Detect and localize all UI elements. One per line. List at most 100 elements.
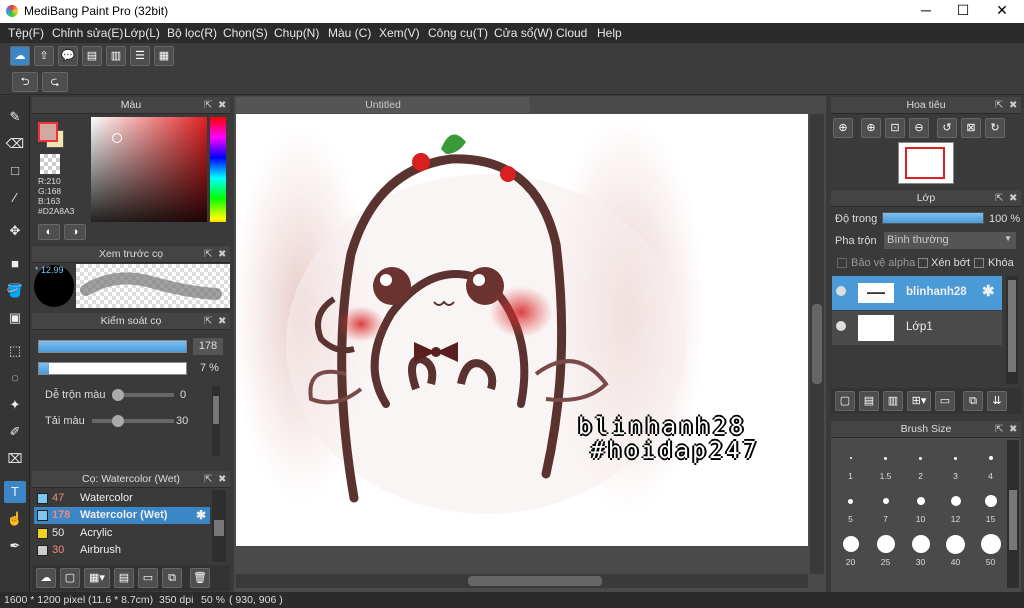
scroll-thumb[interactable] <box>214 520 224 536</box>
brush-size-cell[interactable]: 3 <box>938 440 973 483</box>
color-wheel-icon[interactable]: ◐ <box>38 224 60 240</box>
brush-size-cell[interactable]: 50 <box>973 526 1008 569</box>
menu-edit[interactable]: Chỉnh sửa(E) <box>52 26 123 40</box>
layer-opacity-slider[interactable] <box>882 212 984 224</box>
zoom-in-small-icon[interactable]: ⊕ <box>861 118 881 138</box>
brush-size-cell[interactable]: 4 <box>973 440 1008 483</box>
layer-scrollbar[interactable] <box>1006 276 1018 384</box>
popout-icon[interactable]: ⇱ <box>995 190 1003 207</box>
color-sv-picker[interactable] <box>91 117 207 239</box>
folder-icon[interactable]: ▭ <box>138 568 158 588</box>
brush-size-cell[interactable]: 5 <box>833 483 868 526</box>
maximize-button[interactable]: ☐ <box>943 0 983 23</box>
color-picker-cursor[interactable] <box>112 133 122 143</box>
amount-slider[interactable] <box>92 415 174 427</box>
cloud-icon[interactable]: ☁ <box>10 46 30 66</box>
add-layer-menu-icon[interactable]: ⊞▾ <box>907 391 931 411</box>
reset-rotation-icon[interactable]: ⊠ <box>961 118 981 138</box>
drawing-canvas[interactable]: blinhanh28 #hoidap247 <box>236 114 808 546</box>
select-eraser-tool-icon[interactable]: ⌧ <box>4 448 26 470</box>
close-button[interactable]: ✕ <box>982 0 1022 23</box>
minimize-button[interactable]: ─ <box>906 0 946 23</box>
text-tool-icon[interactable]: T <box>4 481 26 503</box>
share-icon[interactable]: ⇧ <box>34 46 54 66</box>
layer-item-blinhanh28[interactable]: ▬▬▬ blinhanh28 ✱ <box>832 276 1002 310</box>
fill-rect-tool-icon[interactable]: ■ <box>4 253 26 275</box>
popout-icon[interactable]: ⇱ <box>995 421 1003 438</box>
transparent-color-swatch[interactable] <box>40 154 60 174</box>
brush-size-cell[interactable]: 15 <box>973 483 1008 526</box>
blend-slider[interactable] <box>112 389 174 401</box>
menu-color[interactable]: Màu (C) <box>328 26 371 40</box>
brush-item-watercolor[interactable]: 47 Watercolor <box>34 490 210 507</box>
brush-size-cell[interactable]: 2 <box>903 440 938 483</box>
brush-size-cell[interactable]: 1.5 <box>868 440 903 483</box>
main-color-swatch[interactable] <box>38 122 58 142</box>
menu-filter[interactable]: Bộ lọc(R) <box>167 26 217 40</box>
popout-icon[interactable]: ⇱ <box>204 313 212 330</box>
canvas-h-scrollbar[interactable] <box>236 574 808 588</box>
popout-icon[interactable]: ⇱ <box>204 246 212 263</box>
layer-folder-icon[interactable]: ▭ <box>935 391 955 411</box>
navigator-viewport[interactable] <box>905 147 945 179</box>
scroll-thumb[interactable] <box>1008 280 1016 372</box>
hue-slider[interactable] <box>210 117 226 239</box>
dot-tool-icon[interactable]: ⁄ <box>4 187 26 209</box>
rotate-right-icon[interactable]: ↻ <box>985 118 1005 138</box>
brush-tool-icon[interactable]: ✎ <box>4 106 26 128</box>
layer-blend-select[interactable]: Bình thường ▼ <box>884 232 1016 249</box>
layer-settings-gear-icon[interactable]: ✱ <box>982 282 995 300</box>
rectangle-tool-icon[interactable]: □ <box>4 160 26 182</box>
eyedropper-tool-icon[interactable]: ✒ <box>4 535 26 557</box>
fit-icon[interactable]: ⊡ <box>885 118 905 138</box>
scroll-thumb[interactable] <box>468 576 602 586</box>
comment-icon[interactable]: ▤ <box>82 46 102 66</box>
scroll-thumb[interactable] <box>812 304 822 384</box>
select-pen-tool-icon[interactable]: ✐ <box>4 421 26 443</box>
lasso-tool-icon[interactable]: ◌ <box>4 367 26 389</box>
color-add-icon[interactable]: ◑ <box>64 224 86 240</box>
gradient-tool-icon[interactable]: ▣ <box>4 307 26 329</box>
new-1bit-layer-icon[interactable]: ▥ <box>883 391 903 411</box>
brush-size-cell[interactable]: 12 <box>938 483 973 526</box>
scroll-thumb[interactable] <box>213 396 219 424</box>
brush-item-airbrush[interactable]: 30 Airbrush <box>34 542 210 559</box>
brush-size-cell[interactable]: 25 <box>868 526 903 569</box>
list-icon[interactable]: ☰ <box>130 46 150 66</box>
duplicate-layer-icon[interactable]: ⧉ <box>963 391 983 411</box>
close-panel-icon[interactable]: ✖ <box>218 313 226 330</box>
brush-size-cell[interactable]: 20 <box>833 526 868 569</box>
popout-icon[interactable]: ⇱ <box>204 97 212 114</box>
speech-bubble-icon[interactable]: 💬 <box>58 46 78 66</box>
protect-alpha-checkbox[interactable] <box>837 258 847 268</box>
close-panel-icon[interactable]: ✖ <box>218 97 226 114</box>
brush-list-scrollbar[interactable] <box>212 490 226 562</box>
duplicate-brush-icon[interactable]: ⧉ <box>162 568 182 588</box>
magic-wand-tool-icon[interactable]: ✦ <box>4 394 26 416</box>
eye-icon[interactable] <box>836 286 846 296</box>
menu-layer[interactable]: Lớp(L) <box>124 26 160 40</box>
menu-help[interactable]: Help <box>597 26 622 40</box>
menu-cloud[interactable]: Cloud <box>556 26 587 40</box>
close-panel-icon[interactable]: ✖ <box>1009 97 1017 114</box>
zoom-in-icon[interactable]: ⊕ <box>833 118 853 138</box>
eye-icon[interactable] <box>836 321 846 331</box>
brush-opacity-slider[interactable] <box>38 362 187 375</box>
new-brush-icon[interactable]: ▢ <box>60 568 80 588</box>
layer-item-lop1[interactable]: Lớp1 <box>832 311 1002 345</box>
brush-size-cell[interactable]: 30 <box>903 526 938 569</box>
select-rect-tool-icon[interactable]: ⬚ <box>4 340 26 362</box>
rotate-left-icon[interactable]: ↺ <box>937 118 957 138</box>
brush-size-scrollbar[interactable] <box>1007 440 1019 588</box>
add-brush-menu-icon[interactable]: ▦▾ <box>84 568 110 588</box>
close-panel-icon[interactable]: ✖ <box>218 471 226 488</box>
close-panel-icon[interactable]: ✖ <box>1009 190 1017 207</box>
menu-file[interactable]: Tệp(F) <box>8 26 44 40</box>
lock-checkbox[interactable] <box>974 258 984 268</box>
document-tab[interactable]: Untitled <box>236 97 530 113</box>
blend-slider-handle[interactable] <box>112 389 124 401</box>
menu-tools[interactable]: Công cụ(T) <box>428 26 488 40</box>
brush-item-acrylic[interactable]: 50 Acrylic <box>34 525 210 542</box>
menu-select[interactable]: Chọn(S) <box>223 26 268 40</box>
brush-size-cell[interactable]: 1 <box>833 440 868 483</box>
